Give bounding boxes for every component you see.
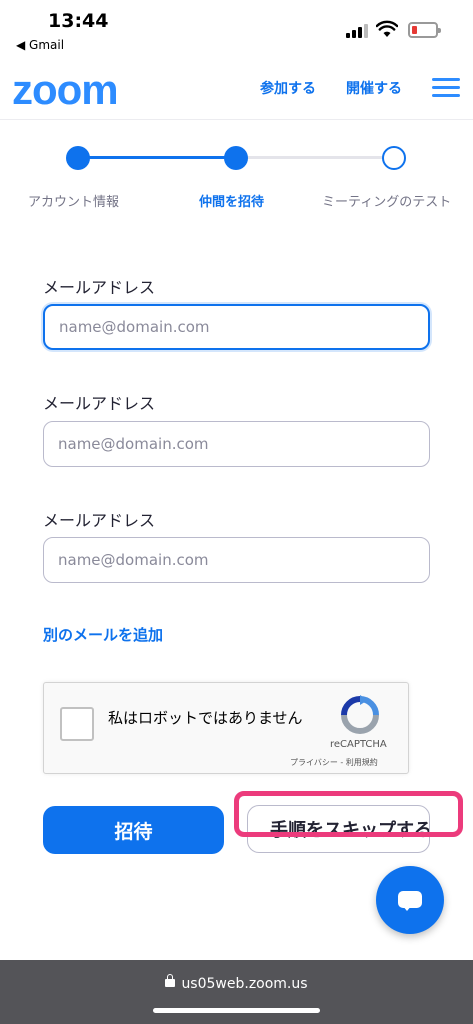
- host-meeting-link[interactable]: 開催する: [346, 78, 402, 98]
- address-text: us05web.zoom.us: [0, 974, 473, 992]
- stepper-remaining-line: [236, 156, 394, 159]
- email-label-3: メールアドレス: [43, 511, 156, 530]
- back-to-gmail-link[interactable]: ◀ Gmail: [16, 38, 64, 52]
- email-label-1: メールアドレス: [43, 278, 156, 297]
- add-another-email-link[interactable]: 別のメールを追加: [43, 624, 163, 645]
- recaptcha-label: 私はロボットではありません: [108, 709, 303, 727]
- chat-bubble-icon[interactable]: [376, 866, 444, 934]
- battery-icon: [408, 22, 441, 38]
- lock-icon: [165, 974, 176, 987]
- url-label: us05web.zoom.us: [181, 976, 308, 992]
- email-field-3[interactable]: [43, 537, 430, 583]
- step-3-label: ミーティングのテスト: [322, 195, 452, 210]
- recaptcha-widget: 私はロボットではありません reCAPTCHA プライバシー - 利用規約: [43, 682, 409, 774]
- recaptcha-checkbox[interactable]: [60, 707, 94, 741]
- email-label-2: メールアドレス: [43, 394, 156, 413]
- recaptcha-privacy-terms[interactable]: プライバシー - 利用規約: [290, 757, 378, 768]
- step-2-label: 仲間を招待: [199, 195, 265, 210]
- status-bar: 13:44 ◀ Gmail: [0, 0, 473, 58]
- email-field-1[interactable]: [43, 304, 430, 350]
- step-1-label: アカウント情報: [28, 195, 120, 210]
- recaptcha-brand: reCAPTCHA: [330, 739, 387, 750]
- zoom-logo[interactable]: zoom: [12, 66, 119, 114]
- browser-address-bar[interactable]: us05web.zoom.us: [0, 960, 473, 1024]
- skip-step-button[interactable]: 手順をスキップする: [247, 805, 430, 853]
- signup-stepper: アカウント情報 仲間を招待 ミーティングのテスト: [0, 140, 473, 220]
- hamburger-icon[interactable]: [432, 78, 460, 98]
- recaptcha-logo-icon: [341, 695, 379, 734]
- step-3-dot: [382, 146, 406, 170]
- invite-button[interactable]: 招待: [43, 806, 224, 854]
- step-2-dot: [224, 146, 248, 170]
- home-indicator[interactable]: [153, 1008, 320, 1013]
- stepper-progress-line: [78, 156, 236, 159]
- cellular-signal-icon: [346, 24, 368, 38]
- email-field-2[interactable]: [43, 421, 430, 467]
- site-header: zoom 参加する 開催する: [0, 58, 473, 120]
- join-meeting-link[interactable]: 参加する: [260, 78, 316, 98]
- wifi-icon: [376, 20, 398, 37]
- status-time: 13:44: [48, 10, 109, 32]
- step-1-dot: [66, 146, 90, 170]
